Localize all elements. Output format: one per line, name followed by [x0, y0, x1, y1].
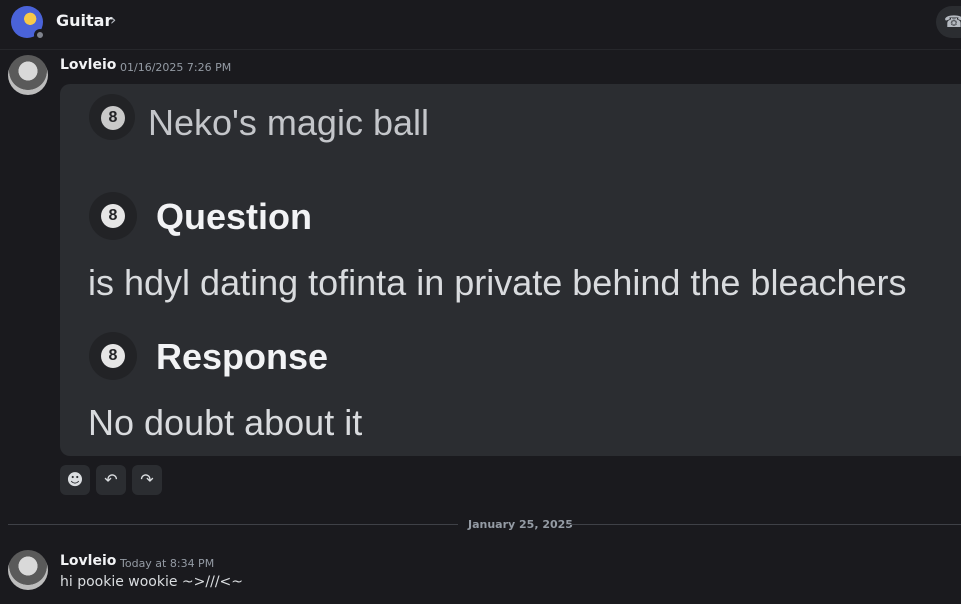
phone-icon[interactable]: ☎: [936, 6, 961, 38]
channel-header: Guitar › ☎: [0, 0, 961, 50]
response-text: No doubt about it: [88, 402, 363, 443]
reply-icon[interactable]: ↶: [96, 465, 126, 495]
username[interactable]: Lovleio: [60, 553, 116, 569]
chevron-right-icon[interactable]: ›: [110, 10, 116, 29]
magic-8-ball-icon: 8: [89, 332, 137, 380]
embed-author: Neko's magic ball: [148, 102, 429, 143]
server-title[interactable]: Guitar: [56, 11, 112, 30]
username[interactable]: Lovleio: [60, 57, 116, 73]
question-title: Question: [156, 196, 313, 237]
avatar[interactable]: [8, 55, 48, 95]
message-timestamp: Today at 8:34 PM: [120, 557, 215, 570]
date-divider: January 25, 2025: [468, 518, 573, 531]
message-text: hi pookie wookie ~>///<~: [60, 574, 244, 590]
status-indicator: [34, 29, 46, 41]
server-icon[interactable]: [11, 6, 46, 41]
forward-icon[interactable]: ↷: [132, 465, 162, 495]
response-title: Response: [156, 336, 329, 377]
magic-ball-embed: 8 Neko's magic ball 8 Question is hdyl d…: [60, 84, 961, 456]
divider-line-right: [568, 524, 961, 525]
divider-line-left: [8, 524, 458, 525]
message-timestamp: 01/16/2025 7:26 PM: [120, 61, 232, 74]
magic-8-ball-icon: 8: [89, 94, 135, 140]
question-text: is hdyl dating tofinta in private behind…: [88, 262, 907, 303]
magic-8-ball-icon: 8: [89, 192, 137, 240]
avatar[interactable]: [8, 550, 48, 590]
add-reaction-icon[interactable]: ☻: [60, 465, 90, 495]
